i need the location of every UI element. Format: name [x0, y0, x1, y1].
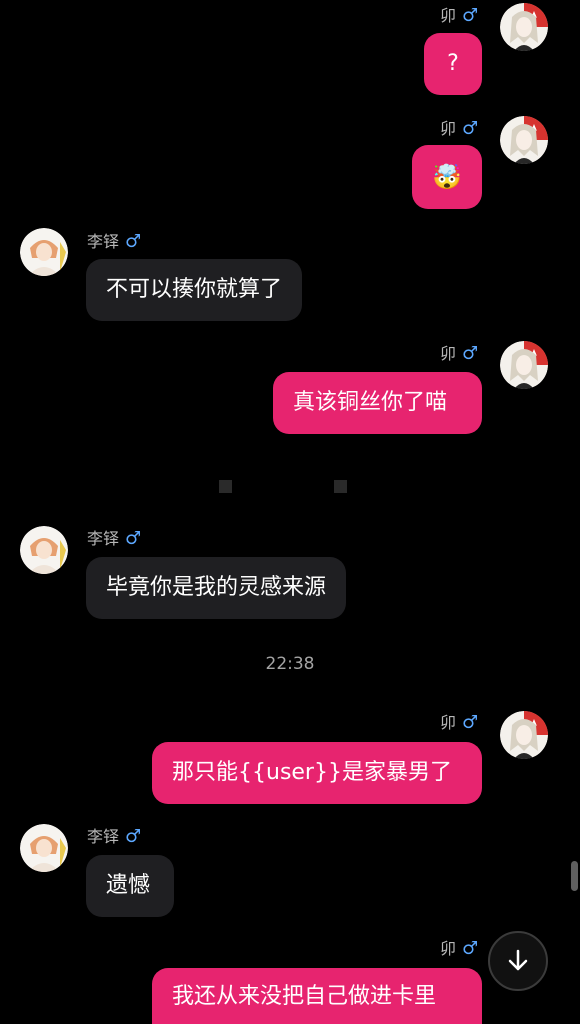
male-gender-icon: ♂	[125, 826, 142, 847]
character-avatar-icon	[20, 526, 68, 574]
sender-name: 卯	[440, 713, 457, 732]
contact-avatar[interactable]	[20, 228, 68, 276]
sender-name: 卯	[440, 6, 457, 25]
contact-avatar[interactable]	[20, 526, 68, 574]
message-bubble[interactable]: 不可以揍你就算了	[86, 259, 303, 321]
user-avatar[interactable]	[500, 3, 548, 51]
scroll-to-bottom-button[interactable]	[488, 931, 548, 991]
message-bubble[interactable]: 真该铜丝你了喵	[273, 372, 482, 434]
anime-girl-avatar-icon	[500, 3, 548, 51]
sender-name: 李铎	[87, 827, 120, 846]
message-bubble[interactable]: 遗憾	[86, 855, 174, 917]
male-gender-icon: ♂	[462, 118, 479, 139]
sender-name-line: 卯 ♂	[440, 6, 478, 26]
sender-name: 李铎	[87, 232, 120, 251]
male-gender-icon: ♂	[125, 528, 142, 549]
sender-name-line: 李铎 ♂	[87, 827, 141, 847]
character-avatar-icon	[20, 824, 68, 872]
sender-name-line: 卯 ♂	[440, 939, 478, 959]
anime-girl-avatar-icon	[500, 711, 548, 759]
message-bubble[interactable]: 我还从来没把自己做进卡里	[152, 968, 482, 1024]
male-gender-icon: ♂	[125, 231, 142, 252]
loading-placeholder	[334, 480, 347, 493]
sender-name: 李铎	[87, 529, 120, 548]
anime-girl-avatar-icon	[500, 341, 548, 389]
character-avatar-icon	[20, 228, 68, 276]
timestamp: 22:38	[265, 654, 315, 674]
message-bubble[interactable]: 🤯	[412, 145, 482, 209]
male-gender-icon: ♂	[462, 5, 479, 26]
user-avatar[interactable]	[500, 116, 548, 164]
sender-name: 卯	[440, 344, 457, 363]
anime-girl-avatar-icon	[500, 116, 548, 164]
loading-placeholder	[219, 480, 232, 493]
arrow-down-icon	[508, 949, 528, 971]
scrollbar-thumb[interactable]	[571, 861, 578, 891]
user-avatar[interactable]	[500, 711, 548, 759]
sender-name-line: 卯 ♂	[440, 344, 478, 364]
sender-name-line: 李铎 ♂	[87, 529, 141, 549]
sender-name-line: 卯 ♂	[440, 713, 478, 733]
sender-name: 卯	[440, 119, 457, 138]
sender-name: 卯	[440, 939, 457, 958]
sender-name-line: 卯 ♂	[440, 119, 478, 139]
contact-avatar[interactable]	[20, 824, 68, 872]
user-avatar[interactable]	[500, 341, 548, 389]
male-gender-icon: ♂	[462, 712, 479, 733]
message-bubble[interactable]: ?	[424, 33, 482, 95]
male-gender-icon: ♂	[462, 343, 479, 364]
message-bubble[interactable]: 那只能{{user}}是家暴男了	[152, 742, 482, 804]
sender-name-line: 李铎 ♂	[87, 232, 141, 252]
male-gender-icon: ♂	[462, 938, 479, 959]
message-bubble[interactable]: 毕竟你是我的灵感来源	[86, 557, 347, 619]
